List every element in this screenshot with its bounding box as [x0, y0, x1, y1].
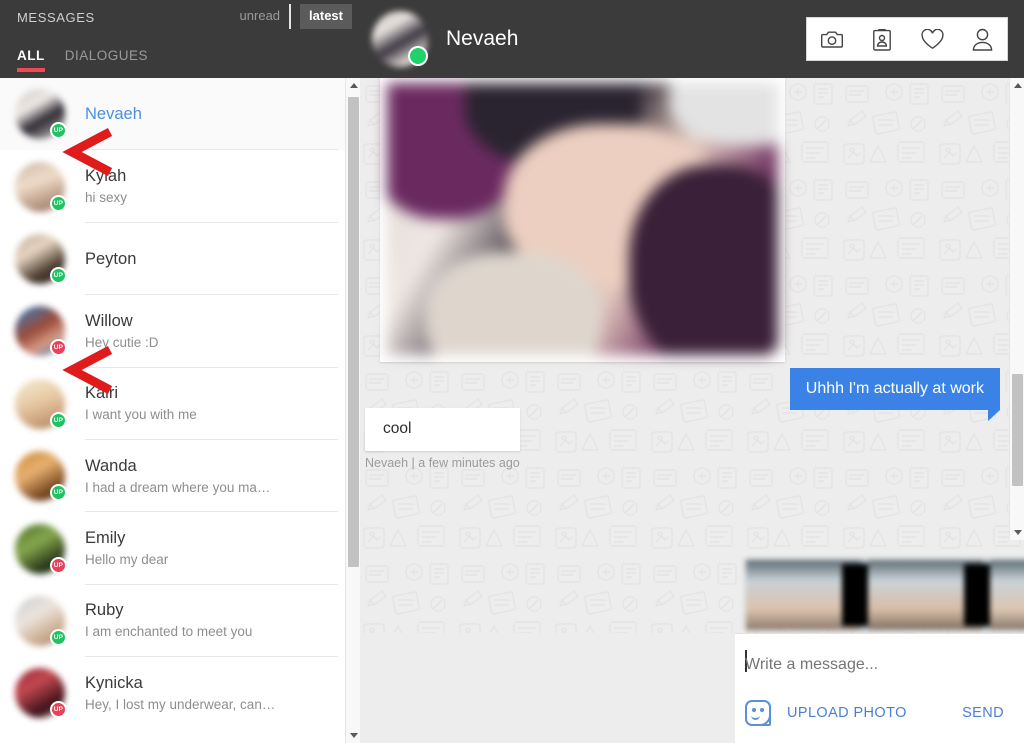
- conversation-text: Willow Hey cutie :D: [85, 311, 336, 352]
- conversation-item[interactable]: UP Kynicka Hey, I lost my underwear, can…: [0, 657, 348, 730]
- avatar[interactable]: UP: [15, 668, 67, 719]
- status-badge: UP: [50, 484, 67, 502]
- sidebar-filter-toggle: unread latest: [231, 4, 352, 29]
- chat-scroll-up-arrow[interactable]: [1010, 78, 1024, 93]
- conversation-preview: I am enchanted to meet you: [85, 624, 253, 640]
- message-bubble-incoming: cool: [365, 408, 520, 451]
- conversations-sidebar: MESSAGES unread latest ALL DIALOGUES UP N…: [0, 0, 360, 743]
- filter-unread[interactable]: unread: [231, 4, 289, 29]
- conversation-name: Kylah: [85, 167, 127, 186]
- message-input[interactable]: [745, 648, 1004, 682]
- avatar[interactable]: UP: [15, 378, 67, 429]
- chat-scrollbar-thumb[interactable]: [1012, 374, 1023, 486]
- avatar[interactable]: UP: [15, 89, 67, 140]
- profile-card-icon[interactable]: [857, 18, 907, 60]
- conversation-name: Nevaeh: [85, 105, 142, 124]
- tab-all[interactable]: ALL: [17, 48, 45, 72]
- chat-scrollbar[interactable]: [1009, 78, 1024, 540]
- message-composer: UPLOAD PHOTO SEND: [735, 633, 1024, 743]
- conversation-text: Ruby I am enchanted to meet you: [85, 600, 336, 641]
- status-badge: UP: [50, 628, 67, 646]
- scroll-down-arrow[interactable]: [346, 728, 361, 743]
- conversation-item[interactable]: UP Nevaeh: [0, 78, 348, 151]
- conversation-preview: Hello my dear: [85, 552, 169, 568]
- send-button[interactable]: SEND: [962, 705, 1004, 721]
- sidebar-scrollbar[interactable]: [345, 78, 360, 743]
- composer-actions: UPLOAD PHOTO SEND: [745, 697, 1004, 729]
- online-indicator: [408, 46, 428, 66]
- heart-icon[interactable]: [907, 18, 957, 60]
- status-badge: UP: [50, 556, 67, 574]
- avatar[interactable]: UP: [15, 306, 67, 357]
- conversation-name: Willow: [85, 311, 133, 330]
- conversation-name: Emily: [85, 529, 126, 548]
- filter-latest[interactable]: latest: [300, 4, 352, 29]
- sidebar-header: MESSAGES unread latest ALL DIALOGUES: [0, 0, 360, 78]
- chat-header: Nevaeh: [360, 0, 1024, 78]
- status-badge: UP: [50, 411, 67, 429]
- chat-pane: Nevaeh Uhhh I'm actually at work cool Ne…: [360, 0, 1024, 743]
- conversation-name: Kairi: [85, 384, 119, 403]
- conversation-preview: Hey, I lost my underwear, can…: [85, 696, 276, 712]
- message-meta: Nevaeh | a few minutes ago: [365, 456, 520, 470]
- message-photo: [387, 83, 778, 355]
- upload-photo-button[interactable]: UPLOAD PHOTO: [787, 705, 907, 721]
- conversation-name: Peyton: [85, 249, 137, 268]
- avatar[interactable]: UP: [15, 523, 67, 574]
- filter-divider: [289, 4, 300, 29]
- message-bubble-outgoing: Uhhh I'm actually at work: [789, 368, 1001, 421]
- status-badge: UP: [50, 701, 67, 719]
- annotation-arrow-nevaeh: [62, 128, 112, 176]
- conversation-text: Kairi I want you with me: [85, 383, 336, 424]
- conversation-text: Wanda I had a dream where you ma…: [85, 456, 336, 497]
- conversation-preview: I want you with me: [85, 407, 197, 423]
- chat-message-area: Uhhh I'm actually at work cool Nevaeh | …: [360, 78, 1024, 633]
- conversation-item[interactable]: UP Willow Hey cutie :D: [0, 295, 348, 368]
- message-list: Uhhh I'm actually at work cool Nevaeh | …: [360, 78, 1024, 633]
- avatar[interactable]: UP: [15, 161, 67, 212]
- conversation-name: Kynicka: [85, 673, 143, 692]
- chat-contact-name: Nevaeh: [446, 27, 519, 50]
- conversation-text: Kylah hi sexy: [85, 166, 336, 207]
- chat-contact-avatar[interactable]: [372, 11, 428, 67]
- sidebar-tabs: ALL DIALOGUES: [17, 48, 148, 72]
- conversation-text: Emily Hello my dear: [85, 528, 336, 569]
- sidebar-title: MESSAGES: [17, 10, 95, 25]
- status-badge: UP: [50, 266, 67, 284]
- conversation-item[interactable]: UP Ruby I am enchanted to meet you: [0, 584, 348, 658]
- avatar[interactable]: UP: [15, 595, 67, 646]
- conversation-preview: Hey cutie :D: [85, 334, 159, 350]
- smiley-photo-icon[interactable]: [745, 700, 771, 726]
- conversation-item[interactable]: UP Kairi I want you with me: [0, 367, 348, 441]
- avatar[interactable]: UP: [15, 451, 67, 502]
- scroll-up-arrow[interactable]: [346, 78, 361, 93]
- conversation-list[interactable]: UP Nevaeh UP Kylah hi sexy UP Peyton UP Willow He…: [0, 78, 348, 743]
- conversation-item[interactable]: UP Emily Hello my dear: [0, 512, 348, 586]
- annotation-arrow-willow: [62, 346, 112, 394]
- conversation-preview: I had a dream where you ma…: [85, 479, 271, 495]
- sidebar-scrollbar-thumb[interactable]: [348, 97, 359, 567]
- conversation-item[interactable]: UP Peyton: [0, 222, 348, 296]
- camera-icon[interactable]: [807, 18, 857, 60]
- conversation-text: Peyton: [85, 249, 336, 269]
- conversation-item[interactable]: UP Wanda I had a dream where you ma…: [0, 439, 348, 513]
- conversation-preview: hi sexy: [85, 190, 128, 206]
- tab-dialogues[interactable]: DIALOGUES: [65, 48, 148, 72]
- message-image-card[interactable]: [380, 78, 785, 362]
- avatar[interactable]: UP: [15, 233, 67, 284]
- photo-strip-attachment[interactable]: [745, 559, 1024, 631]
- messenger-app: MESSAGES unread latest ALL DIALOGUES UP N…: [0, 0, 1024, 743]
- conversation-name: Wanda: [85, 456, 137, 475]
- conversation-name: Ruby: [85, 601, 124, 620]
- status-badge: UP: [50, 194, 67, 212]
- person-icon[interactable]: [957, 18, 1007, 60]
- chat-action-bar: [806, 17, 1008, 61]
- chat-scroll-down-arrow[interactable]: [1010, 525, 1024, 540]
- conversation-item[interactable]: UP Kylah hi sexy: [0, 150, 348, 224]
- conversation-text: Kynicka Hey, I lost my underwear, can…: [85, 673, 336, 714]
- conversation-text: Nevaeh: [85, 104, 336, 124]
